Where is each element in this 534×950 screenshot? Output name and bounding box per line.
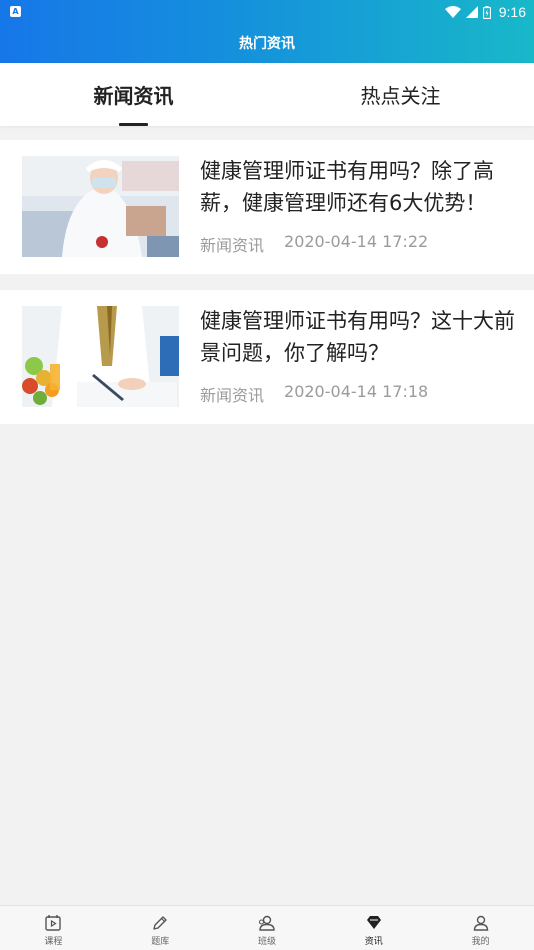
- article-title[interactable]: 健康管理师证书有用吗？这十大前景问题，你了解吗？: [200, 305, 520, 369]
- notification-app-icon: A: [10, 6, 21, 17]
- active-tab-indicator: [119, 123, 148, 126]
- nav-label: 课程: [44, 937, 63, 947]
- article-datetime: 2020-04-14 17:22: [284, 232, 429, 251]
- person-icon: [473, 915, 488, 931]
- class-icon: [258, 915, 275, 931]
- clock: 9:16: [498, 4, 526, 20]
- article-card[interactable]: 健康管理师证书有用吗？除了高薪，健康管理师还有6大优势！ 新闻资讯 2020-0…: [0, 140, 534, 274]
- status-bar: A 9:16: [0, 0, 534, 24]
- wifi-icon: [444, 6, 461, 18]
- article-card[interactable]: 健康管理师证书有用吗？这十大前景问题，你了解吗？ 新闻资讯 2020-04-14…: [0, 290, 534, 424]
- page-title: 热门资讯: [239, 36, 295, 52]
- tab-news[interactable]: 新闻资讯: [0, 63, 267, 126]
- diamond-icon: [366, 916, 381, 929]
- article-meta: 新闻资讯 2020-04-14 17:18: [200, 382, 428, 406]
- nav-question-bank[interactable]: 题库: [107, 906, 214, 950]
- article-meta: 新闻资讯 2020-04-14 17:22: [200, 232, 428, 256]
- nav-profile[interactable]: 我的: [427, 906, 534, 950]
- article-title[interactable]: 健康管理师证书有用吗？除了高薪，健康管理师还有6大优势！: [200, 155, 520, 219]
- course-icon: [45, 915, 62, 931]
- status-indicators: 9:16: [444, 3, 526, 21]
- nav-course[interactable]: 课程: [0, 906, 107, 950]
- nav-label: 题库: [151, 937, 170, 947]
- bottom-navigation: 课程 题库 班级 资讯 我的: [0, 905, 534, 950]
- article-category: 新闻资讯: [200, 386, 265, 405]
- tab-hot-topics[interactable]: 热点关注: [267, 63, 534, 126]
- pencil-icon: [153, 916, 167, 930]
- nav-label: 班级: [257, 937, 276, 947]
- signal-icon: [465, 6, 478, 18]
- article-thumbnail: [22, 156, 179, 257]
- article-datetime: 2020-04-14 17:18: [284, 382, 429, 401]
- nav-news[interactable]: 资讯: [320, 906, 427, 950]
- article-thumbnail: [22, 306, 179, 407]
- nav-class[interactable]: 班级: [214, 906, 321, 950]
- nurse-photo-icon: [22, 156, 179, 257]
- doctor-writing-photo-icon: [22, 306, 179, 407]
- nav-label: 资讯: [364, 937, 383, 947]
- article-list: 健康管理师证书有用吗？除了高薪，健康管理师还有6大优势！ 新闻资讯 2020-0…: [0, 140, 534, 440]
- tab-bar: 新闻资讯 热点关注: [0, 63, 534, 126]
- app-header: A 9:16 热门资讯: [0, 0, 534, 63]
- article-category: 新闻资讯: [200, 236, 265, 255]
- nav-label: 我的: [471, 937, 490, 947]
- battery-icon: [482, 5, 491, 19]
